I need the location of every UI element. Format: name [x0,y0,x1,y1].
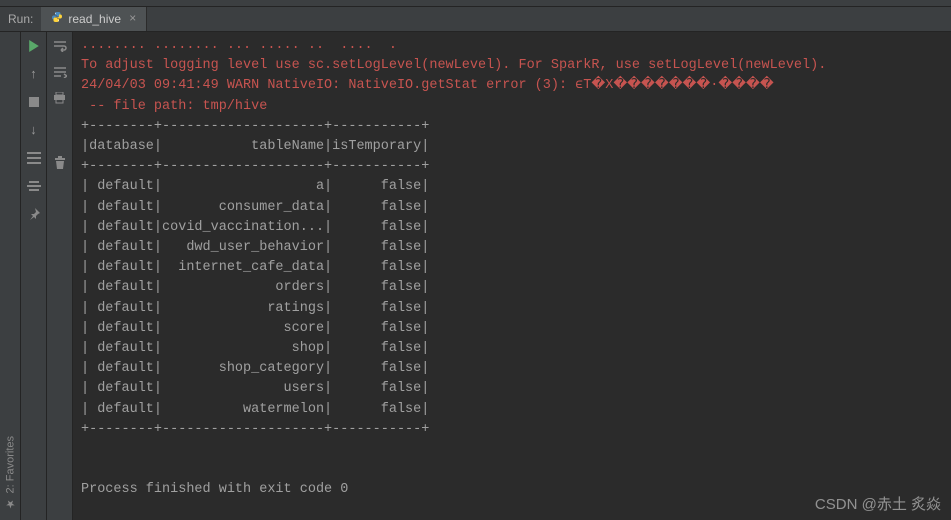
console-output[interactable]: ........ ........ ... ..... .. .... . To… [73,32,951,520]
table-border: +--------+--------------------+---------… [81,157,943,177]
exit-line: Process finished with exit code 0 [81,480,943,500]
left-tool-strip: ★ 2: Favorites [0,32,21,520]
run-tool-header: Run: read_hive × [0,7,951,32]
trash-icon[interactable] [52,154,68,170]
favorites-label: 2: Favorites [4,436,16,493]
python-file-icon [51,11,63,27]
scroll-end-icon[interactable] [52,64,68,80]
table-row: | default| score| false| [81,319,943,339]
table-row: | default| ratings| false| [81,299,943,319]
step-icon[interactable] [26,178,42,194]
table-row: | default|covid_vaccination...| false| [81,218,943,238]
table-row: | default| consumer_data| false| [81,198,943,218]
table-row: | default| users| false| [81,379,943,399]
layout-icon[interactable] [26,150,42,166]
table-row: | default| dwd_user_behavior| false| [81,238,943,258]
table-row: | default| shop| false| [81,339,943,359]
run-icon[interactable] [26,38,42,54]
console-action-gutter [47,32,73,520]
soft-wrap-icon[interactable] [52,38,68,54]
run-panel-label: Run: [0,12,41,26]
favorites-tool-button[interactable]: ★ 2: Favorites [4,436,17,510]
print-icon[interactable] [52,90,68,106]
close-icon[interactable]: × [129,12,136,26]
log-line: To adjust logging level use sc.setLogLev… [81,56,943,76]
table-border: +--------+--------------------+---------… [81,117,943,137]
log-line: ........ ........ ... ..... .. .... . [81,36,943,56]
stop-icon[interactable] [26,94,42,110]
run-action-gutter: ↑ ↓ [21,32,47,520]
table-row: | default| internet_cafe_data| false| [81,258,943,278]
table-row: | default| orders| false| [81,278,943,298]
star-icon: ★ [4,497,17,510]
arrow-down-icon[interactable]: ↓ [26,122,42,138]
table-row: | default| shop_category| false| [81,359,943,379]
arrow-up-icon[interactable]: ↑ [26,66,42,82]
tab-title: read_hive [68,12,121,26]
run-tab[interactable]: read_hive × [41,7,147,31]
table-border: +--------+--------------------+---------… [81,420,943,440]
blank-line [81,440,943,460]
table-header: |database| tableName|isTemporary| [81,137,943,157]
log-line: -- file path: tmp/hive [81,97,943,117]
table-row: | default| watermelon| false| [81,400,943,420]
pin-icon[interactable] [26,206,42,222]
table-row: | default| a| false| [81,177,943,197]
blank-line [81,460,943,480]
log-line: 24/04/03 09:41:49 WARN NativeIO: NativeI… [81,76,943,96]
